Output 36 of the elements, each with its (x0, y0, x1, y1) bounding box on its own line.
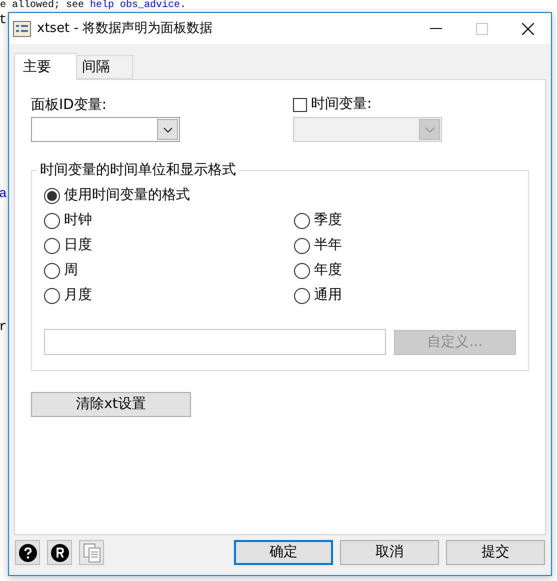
radio-option[interactable]: 半年 (294, 233, 342, 258)
copy-button[interactable] (79, 540, 104, 565)
code-fragment: t (0, 12, 7, 27)
minimize-icon (430, 28, 442, 30)
radio-option[interactable]: 月度 (44, 283, 92, 308)
registered-icon (50, 544, 68, 562)
radio-option[interactable]: 时钟 (44, 208, 92, 233)
format-input-field[interactable] (44, 329, 386, 355)
dialog-button[interactable]: 提交 (446, 540, 545, 565)
radio-option[interactable]: 使用时间变量的格式 (44, 183, 190, 208)
field-label: 时间变量: (311, 95, 372, 114)
chevron-down-icon (424, 126, 434, 132)
radio-option[interactable]: 季度 (294, 208, 342, 233)
tab[interactable]: 间隔 (77, 55, 133, 79)
radio-option[interactable]: 通用 (294, 283, 342, 308)
copy-icon (82, 542, 100, 562)
radio-option[interactable]: 年度 (294, 258, 342, 283)
dropdown-arrow-button[interactable] (157, 119, 178, 140)
dialog-button[interactable]: 确定 (234, 540, 333, 565)
window-app-icon (13, 20, 31, 36)
maximize-icon (476, 22, 488, 34)
help-button[interactable] (15, 540, 40, 565)
field-label: 面板ID变量: (31, 96, 108, 114)
r-button[interactable] (47, 540, 72, 565)
dialog-button[interactable]: 取消 (340, 540, 439, 565)
radio-option[interactable]: 周 (44, 258, 78, 283)
close-icon (522, 22, 534, 34)
code-line: e allowed; see help obs_advice. (0, 0, 186, 11)
chevron-down-icon (162, 126, 172, 132)
window-title: xtset - 将数据声明为面板数据 (37, 20, 213, 38)
clear-settings-button[interactable]: 清除xt设置 (31, 392, 191, 417)
code-fragment: r (0, 319, 7, 334)
radio-option[interactable]: 日度 (44, 233, 92, 258)
tab[interactable]: 主要 (14, 53, 77, 80)
code-fragment: a (0, 186, 7, 201)
help-icon (18, 544, 36, 562)
